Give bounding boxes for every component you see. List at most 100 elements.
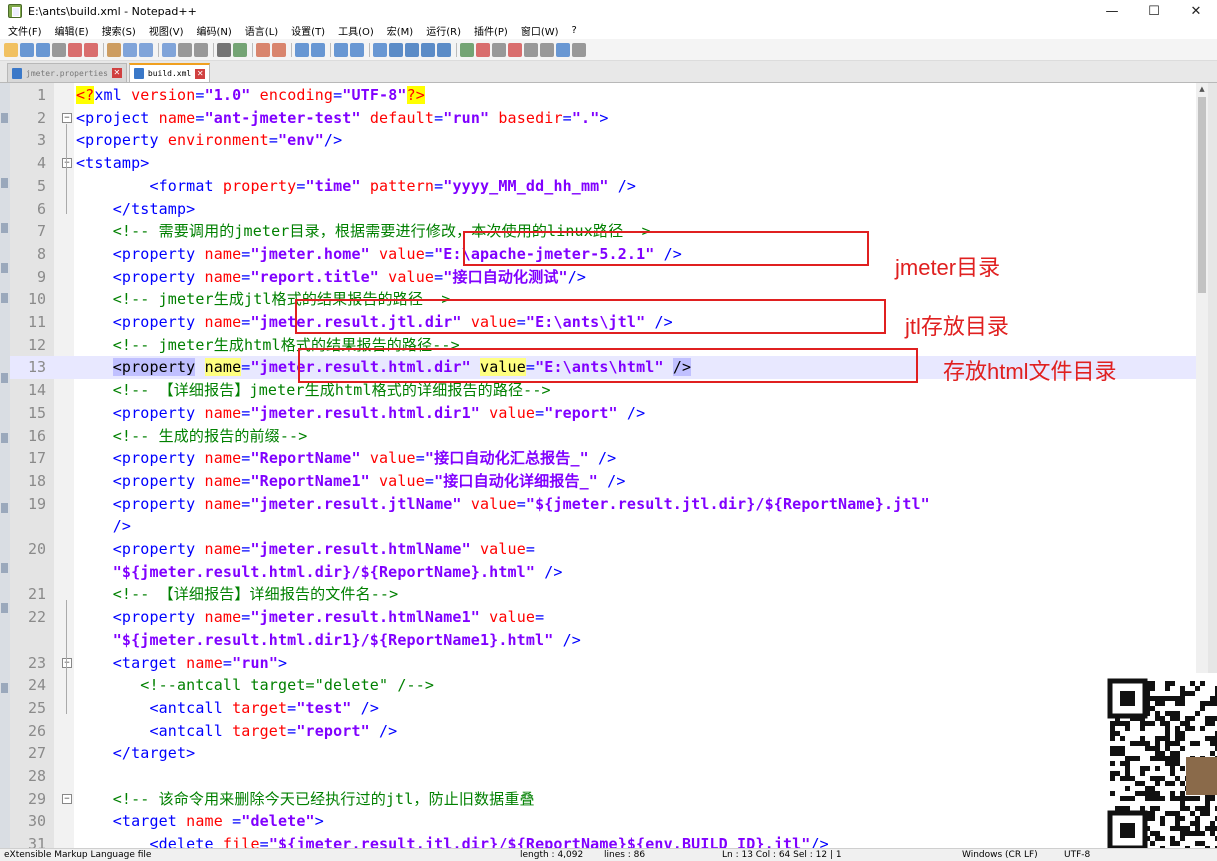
code-line[interactable]: 9 <property name="report.title" value="接… bbox=[10, 266, 1196, 289]
code-text: <property name="report.title" value="接口自… bbox=[76, 267, 587, 286]
close-tab-icon[interactable]: ✕ bbox=[111, 68, 122, 78]
toolbar-button-icon[interactable] bbox=[68, 42, 82, 57]
menu-tools[interactable]: 工具(O) bbox=[338, 23, 374, 38]
menu-macro[interactable]: 宏(M) bbox=[387, 23, 413, 38]
code-line[interactable]: "${jmeter.result.html.dir}/${ReportName}… bbox=[10, 561, 1196, 584]
menu-help[interactable]: ? bbox=[572, 25, 577, 36]
code-line[interactable]: 15 <property name="jmeter.result.html.di… bbox=[10, 402, 1196, 425]
toolbar-button-icon[interactable] bbox=[524, 42, 538, 57]
toolbar-button-icon[interactable] bbox=[508, 42, 522, 57]
toolbar-button-icon[interactable] bbox=[437, 42, 451, 57]
code-line[interactable]: 6 </tstamp> bbox=[10, 198, 1196, 221]
code-editor[interactable]: 1 <?xml version="1.0" encoding="UTF-8"?> 2… bbox=[10, 83, 1196, 848]
toolbar-button-icon[interactable] bbox=[123, 42, 137, 57]
line-number: 1 bbox=[36, 86, 46, 104]
fold-toggle-icon[interactable]: − bbox=[62, 793, 72, 804]
toolbar-button-icon[interactable] bbox=[556, 42, 570, 57]
code-line[interactable]: 18 <property name="ReportName1" value="接… bbox=[10, 470, 1196, 493]
toolbar-button-icon[interactable] bbox=[194, 42, 208, 57]
code-line[interactable]: 5 <format property="time" pattern="yyyy_… bbox=[10, 175, 1196, 198]
line-number: 5 bbox=[36, 176, 46, 195]
scroll-thumb[interactable] bbox=[1198, 97, 1206, 293]
line-number: 19 bbox=[27, 494, 46, 513]
menu-view[interactable]: 视图(V) bbox=[149, 23, 184, 38]
file-icon bbox=[133, 68, 144, 79]
toolbar-button-icon[interactable] bbox=[572, 42, 586, 57]
close-button[interactable]: ✕ bbox=[1175, 0, 1217, 22]
code-line[interactable]: 31 <delete file="${jmeter.result.jtl.dir… bbox=[10, 833, 1196, 848]
toolbar-button-icon[interactable] bbox=[20, 42, 34, 57]
window-controls: — ☐ ✕ bbox=[1091, 0, 1217, 22]
menu-language[interactable]: 语言(L) bbox=[245, 23, 278, 38]
code-text: /> bbox=[76, 517, 132, 536]
toolbar-button-icon[interactable] bbox=[421, 42, 435, 57]
code-line[interactable]: 17 <property name="ReportName" value="接口… bbox=[10, 447, 1196, 470]
code-line[interactable]: 22 <property name="jmeter.result.htmlNam… bbox=[10, 606, 1196, 629]
toolbar-button-icon[interactable] bbox=[460, 42, 474, 57]
code-line[interactable]: 2 − <project name="ant-jmeter-test" defaul… bbox=[10, 107, 1196, 130]
code-line[interactable]: 16 <!-- 生成的报告的前缀--> bbox=[10, 425, 1196, 448]
menu-encoding[interactable]: 编码(N) bbox=[197, 23, 232, 38]
menu-settings[interactable]: 设置(T) bbox=[291, 23, 325, 38]
fold-toggle-icon[interactable]: − bbox=[62, 112, 72, 123]
toolbar-button-icon[interactable] bbox=[295, 42, 309, 57]
toolbar-button-icon[interactable] bbox=[373, 42, 387, 57]
toolbar-button-icon[interactable] bbox=[492, 42, 506, 57]
toolbar-button-icon[interactable] bbox=[405, 42, 419, 57]
menu-edit[interactable]: 编辑(E) bbox=[55, 23, 89, 38]
minimize-button[interactable]: — bbox=[1091, 0, 1133, 22]
toolbar-button-icon[interactable] bbox=[476, 42, 490, 57]
menu-plugins[interactable]: 插件(P) bbox=[474, 23, 508, 38]
menu-search[interactable]: 搜索(S) bbox=[102, 23, 136, 38]
tab-jmeter-properties[interactable]: jmeter.properties ✕ bbox=[7, 63, 127, 82]
maximize-button[interactable]: ☐ bbox=[1133, 0, 1175, 22]
toolbar-button-icon[interactable] bbox=[162, 42, 176, 57]
toolbar-button-icon[interactable] bbox=[178, 42, 192, 57]
code-line[interactable]: 27 </target> bbox=[10, 742, 1196, 765]
code-line[interactable]: 29 − <!-- 该命令用来删除今天已经执行过的jtl，防止旧数据重叠 bbox=[10, 788, 1196, 811]
line-number: 17 bbox=[27, 449, 46, 468]
scroll-up-icon[interactable]: ▲ bbox=[1196, 83, 1208, 95]
code-line[interactable]: 1 <?xml version="1.0" encoding="UTF-8"?> bbox=[10, 84, 1196, 107]
toolbar-button-icon[interactable] bbox=[36, 42, 50, 57]
toolbar-button-icon[interactable] bbox=[389, 42, 403, 57]
toolbar-button-icon[interactable] bbox=[4, 42, 18, 57]
toolbar-button-icon[interactable] bbox=[139, 42, 153, 57]
toolbar-button-icon[interactable] bbox=[233, 42, 247, 57]
toolbar-button-icon[interactable] bbox=[217, 42, 231, 57]
fold-toggle-icon[interactable]: − bbox=[62, 657, 72, 668]
tab-build-xml[interactable]: build.xml ✕ bbox=[128, 63, 211, 82]
code-line[interactable]: 26 <antcall target="report" /> bbox=[10, 720, 1196, 743]
code-line[interactable]: 23 − <target name="run"> bbox=[10, 652, 1196, 675]
code-line[interactable]: "${jmeter.result.html.dir1}/${ReportName… bbox=[10, 629, 1196, 652]
toolbar-button-icon[interactable] bbox=[311, 42, 325, 57]
menu-run[interactable]: 运行(R) bbox=[426, 23, 461, 38]
toolbar-button-icon[interactable] bbox=[272, 42, 286, 57]
code-line[interactable]: 21 <!-- 【详细报告】详细报告的文件名--> bbox=[10, 583, 1196, 606]
code-line[interactable]: 30 <target name ="delete"> bbox=[10, 810, 1196, 833]
toolbar-button-icon[interactable] bbox=[256, 42, 270, 57]
annotation-label: 存放html文件目录 bbox=[943, 359, 1117, 384]
code-line[interactable]: 20 <property name="jmeter.result.htmlNam… bbox=[10, 538, 1196, 561]
code-line[interactable]: 25 <antcall target="test" /> bbox=[10, 697, 1196, 720]
fold-toggle-icon[interactable]: − bbox=[62, 158, 72, 169]
menu-file[interactable]: 文件(F) bbox=[8, 23, 42, 38]
toolbar-button-icon[interactable] bbox=[107, 42, 121, 57]
code-text: "${jmeter.result.html.dir1}/${ReportName… bbox=[76, 630, 581, 649]
code-line[interactable]: 28 bbox=[10, 765, 1196, 788]
status-language: eXtensible Markup Language file bbox=[4, 850, 152, 860]
close-tab-icon[interactable]: ✕ bbox=[195, 68, 206, 79]
code-line[interactable]: 4 −<tstamp> bbox=[10, 152, 1196, 175]
toolbar-button-icon[interactable] bbox=[540, 42, 554, 57]
toolbar-button-icon[interactable] bbox=[334, 42, 348, 57]
code-line[interactable]: 19 <property name="jmeter.result.jtlName… bbox=[10, 493, 1196, 516]
menu-window[interactable]: 窗口(W) bbox=[521, 23, 559, 38]
code-text: <!-- 生成的报告的前缀--> bbox=[76, 426, 308, 445]
toolbar-button-icon[interactable] bbox=[350, 42, 364, 57]
toolbar-button-icon[interactable] bbox=[52, 42, 66, 57]
toolbar-button-icon[interactable] bbox=[84, 42, 98, 57]
code-line[interactable]: 3 <property environment="env"/> bbox=[10, 129, 1196, 152]
code-line[interactable]: 24 <!--antcall target="delete" /--> bbox=[10, 674, 1196, 697]
code-line[interactable]: /> bbox=[10, 515, 1196, 538]
side-panel-marker bbox=[1, 433, 8, 443]
